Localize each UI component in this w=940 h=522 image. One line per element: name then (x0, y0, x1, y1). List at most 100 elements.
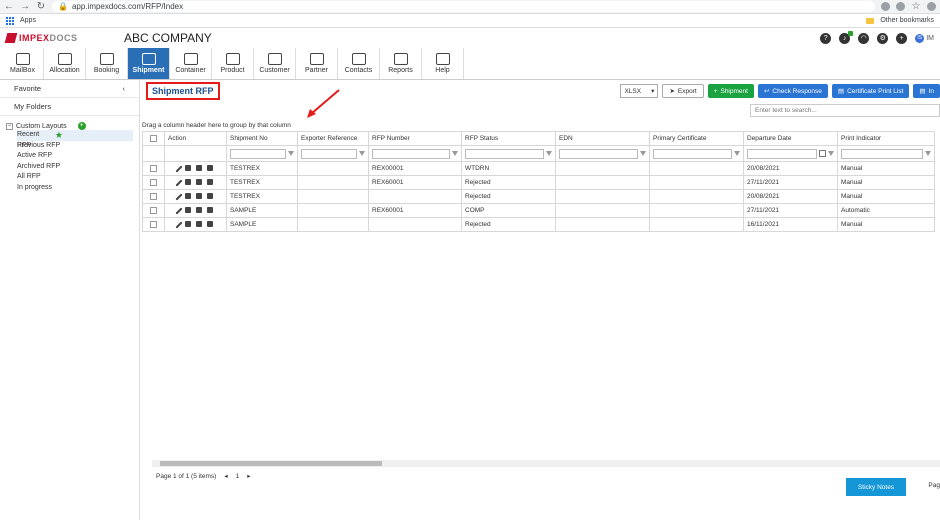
shipment-no-cell[interactable]: TESTREX (226, 175, 298, 190)
sidebar-favorite[interactable]: Favorite ‹ (0, 80, 139, 98)
print-icon[interactable] (185, 178, 191, 185)
print-icon[interactable] (196, 178, 202, 185)
extension-icon[interactable] (927, 2, 936, 11)
bookmark-star-icon[interactable]: ☆ (911, 1, 921, 12)
edit-icon[interactable] (175, 178, 183, 187)
filter-icon[interactable] (925, 151, 931, 156)
table-row[interactable]: TESTREX REX00001 WTDRN 20/08/2021 Manual (142, 161, 935, 176)
next-page-icon[interactable]: ▸ (247, 472, 250, 480)
edit-icon[interactable] (175, 220, 183, 229)
table-row[interactable]: TESTREX REX60001 Rejected 27/11/2021 Manual (142, 175, 935, 190)
copy-icon[interactable] (207, 220, 213, 227)
table-row[interactable]: SAMPLE REX60001 COMP 27/11/2021 Automatic (142, 203, 935, 218)
apps-link[interactable]: Apps (20, 17, 36, 24)
layout-item[interactable]: All RFP (17, 172, 133, 183)
layout-item[interactable]: Previous RFP (17, 141, 133, 152)
back-icon[interactable]: ← (4, 1, 14, 12)
tool-reports[interactable]: Reports (380, 48, 422, 79)
add-shipment-button[interactable]: + Shipment (707, 84, 754, 98)
table-row[interactable]: TESTREX Rejected 20/08/2021 Manual (142, 189, 935, 204)
page-number[interactable]: 1 (236, 473, 240, 480)
column-header[interactable]: Shipment No (226, 131, 298, 146)
column-filter-input[interactable] (841, 148, 923, 159)
print-icon[interactable] (196, 220, 202, 227)
tool-product[interactable]: Product (212, 48, 254, 79)
tool-customer[interactable]: Customer (254, 48, 296, 79)
copy-icon[interactable] (207, 206, 213, 213)
tool-partner[interactable]: Partner (296, 48, 338, 79)
other-bookmarks[interactable]: Other bookmarks (880, 17, 934, 24)
column-filter-input[interactable] (653, 148, 732, 159)
calendar-icon[interactable] (819, 150, 826, 157)
column-filter-input[interactable] (230, 148, 286, 159)
tool-shipment[interactable]: Shipment (128, 48, 170, 79)
edit-icon[interactable] (175, 164, 183, 173)
filter-icon[interactable] (452, 151, 458, 156)
collapse-icon[interactable]: − (6, 122, 13, 130)
print-icon[interactable] (185, 220, 191, 227)
star-icon[interactable]: ★ (55, 130, 63, 141)
row-checkbox[interactable] (150, 207, 157, 214)
layout-item[interactable]: Active RFP (17, 151, 133, 162)
prev-page-icon[interactable]: ◂ (224, 472, 227, 480)
filter-icon[interactable] (640, 151, 646, 156)
add-circle-icon[interactable]: + (896, 32, 908, 44)
row-checkbox[interactable] (150, 193, 157, 200)
copy-icon[interactable] (207, 192, 213, 199)
column-header[interactable]: RFP Status (461, 131, 556, 146)
export-button[interactable]: ➤ Export (662, 84, 704, 98)
collapse-chevron-icon[interactable]: ‹ (123, 84, 126, 93)
add-layout-icon[interactable]: + (77, 122, 86, 130)
column-header[interactable]: Print Indicator (837, 131, 935, 146)
check-response-button[interactable]: ↩ Check Response (757, 84, 828, 98)
shipment-no-cell[interactable]: TESTREX (226, 189, 298, 204)
print-icon[interactable] (185, 192, 191, 199)
tool-contacts[interactable]: Contacts (338, 48, 380, 79)
print-icon[interactable] (196, 206, 202, 213)
sidebar-my-folders[interactable]: My Folders (0, 98, 139, 116)
column-header[interactable]: Action (164, 131, 227, 146)
row-checkbox[interactable] (150, 221, 157, 228)
gear-icon[interactable]: ⚙ (877, 32, 889, 44)
column-header[interactable]: RFP Number (368, 131, 462, 146)
column-filter-input[interactable] (559, 148, 638, 159)
tool-allocation[interactable]: Allocation (44, 48, 86, 79)
row-checkbox[interactable] (150, 165, 157, 172)
help-circle-icon[interactable]: ? (820, 32, 832, 44)
column-filter-input[interactable] (301, 148, 357, 159)
table-row[interactable]: SAMPLE Rejected 16/11/2021 Manual (142, 217, 935, 232)
sticky-notes-button[interactable]: Sticky Notes (846, 478, 906, 496)
filter-icon[interactable] (828, 151, 834, 156)
layout-item[interactable]: In progress (17, 183, 133, 194)
zoom-icon[interactable] (881, 2, 890, 11)
column-header[interactable]: EDN (555, 131, 650, 146)
tool-help[interactable]: Help (422, 48, 464, 79)
edit-icon[interactable] (175, 192, 183, 201)
headset-icon[interactable]: ◠ (858, 32, 870, 44)
column-header[interactable]: Departure Date (743, 131, 838, 146)
copy-icon[interactable] (207, 178, 213, 185)
print-icon[interactable] (196, 164, 202, 171)
print-icon[interactable] (185, 206, 191, 213)
scrollbar-thumb[interactable] (160, 461, 382, 466)
column-header[interactable]: Exporter Reference (297, 131, 369, 146)
column-header[interactable]: Primary Certificate (649, 131, 744, 146)
print-icon[interactable] (185, 164, 191, 171)
tool-booking[interactable]: Booking (86, 48, 128, 79)
copy-icon[interactable] (207, 164, 213, 171)
certificate-print-button[interactable]: ▤ Certificate Print List (831, 84, 910, 98)
column-filter-input[interactable] (747, 148, 817, 159)
shipment-no-cell[interactable]: TESTREX (226, 161, 298, 176)
apps-icon[interactable] (6, 16, 14, 25)
tool-mailbox[interactable]: MailBox (2, 48, 44, 79)
filter-icon[interactable] (546, 151, 552, 156)
shipment-no-cell[interactable]: SAMPLE (226, 203, 298, 218)
search-input[interactable] (750, 104, 940, 117)
horizontal-scrollbar[interactable] (152, 460, 940, 467)
notification-bell-icon[interactable]: ♪ (839, 30, 854, 44)
column-filter-input[interactable] (372, 148, 450, 159)
more-button[interactable]: ▤ In (913, 84, 940, 98)
share-icon[interactable] (896, 2, 905, 11)
row-checkbox[interactable] (150, 179, 157, 186)
forward-icon[interactable]: → (20, 1, 30, 12)
